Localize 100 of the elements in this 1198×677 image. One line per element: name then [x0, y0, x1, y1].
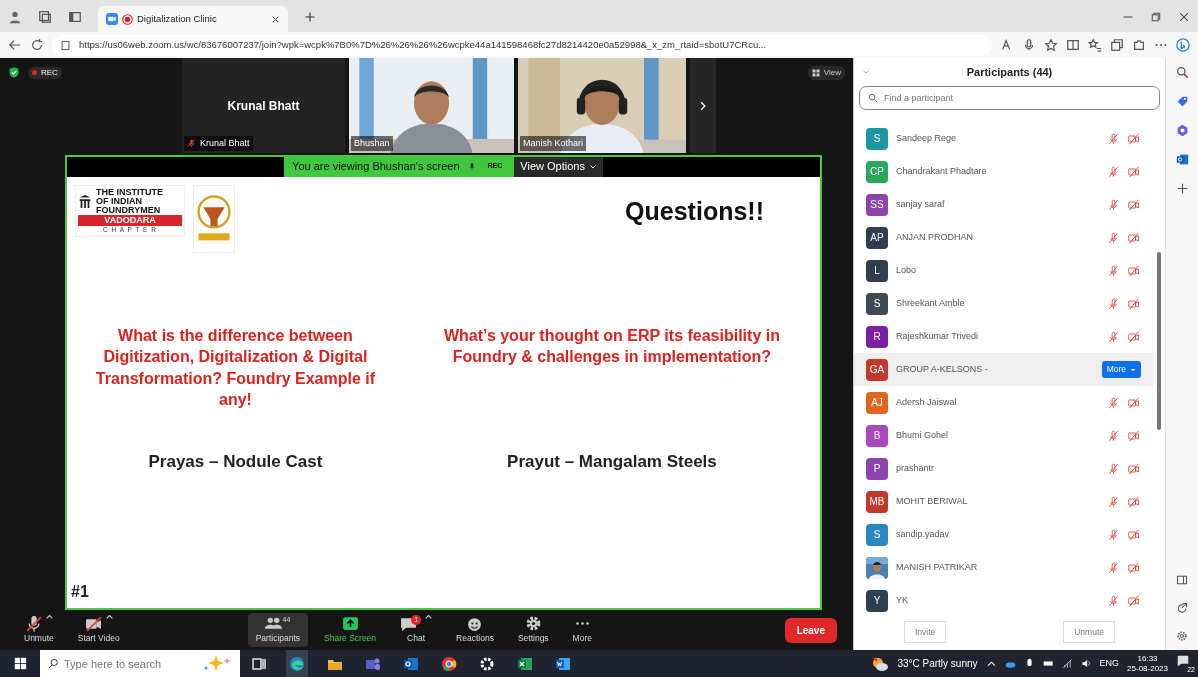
participant-row[interactable]: Y YK: [854, 584, 1153, 617]
video-off-icon: [1127, 429, 1141, 442]
settings-icon[interactable]: [479, 655, 495, 672]
more-button[interactable]: More: [1101, 361, 1141, 378]
participant-row[interactable]: CP Chandrakant Phadtare: [854, 155, 1153, 188]
participant-row[interactable]: S Sandeep Rege: [854, 122, 1153, 155]
chevron-up-icon[interactable]: [985, 658, 997, 669]
participant-row[interactable]: AJ Adersh Jaiswal: [854, 386, 1153, 419]
participant-row[interactable]: S sandip.yadav: [854, 518, 1153, 551]
muted-mic-icon: [1108, 330, 1119, 343]
logo-text: OF INDIAN: [96, 196, 143, 206]
collections-icon[interactable]: [1110, 38, 1124, 52]
slide-title: Questions!!: [625, 195, 764, 227]
external-link-icon[interactable]: [1176, 602, 1188, 614]
participant-row[interactable]: MB MOHIT BERIWAL: [854, 485, 1153, 518]
participant-row[interactable]: P prashantr: [854, 452, 1153, 485]
excel-icon[interactable]: [517, 655, 533, 672]
chrome-icon[interactable]: [441, 655, 457, 672]
participant-row[interactable]: GA GROUP A-KELSONS - More: [854, 353, 1153, 386]
participant-row[interactable]: R Rajeshkumar Trivedi: [854, 320, 1153, 353]
video-off-icon: [1127, 231, 1141, 244]
video-off-icon: [1127, 165, 1141, 178]
view-button[interactable]: View: [807, 66, 845, 80]
panel-button[interactable]: Invite: [904, 620, 947, 644]
edge-icon[interactable]: [289, 655, 305, 672]
volume-icon[interactable]: [1080, 658, 1092, 669]
muted-mic-icon: [1108, 132, 1119, 145]
caret-icon: [1130, 366, 1136, 373]
back-icon[interactable]: [8, 38, 22, 52]
avatar: Y: [866, 589, 888, 612]
leave-button[interactable]: Leave: [784, 617, 837, 643]
clock[interactable]: 16:33 25-08-2023: [1127, 653, 1168, 674]
tab-actions-icon[interactable]: [68, 10, 82, 24]
restore-icon[interactable]: [1150, 11, 1162, 23]
participant-row[interactable]: B Bhumi Gohel: [854, 419, 1153, 452]
network-icon[interactable]: [1061, 658, 1073, 669]
search-field[interactable]: Find a participant: [859, 86, 1160, 110]
outlook-icon[interactable]: [1175, 153, 1189, 166]
video-off-icon: [1127, 528, 1141, 541]
word-icon[interactable]: [555, 655, 571, 672]
favorites-icon[interactable]: [1088, 38, 1102, 52]
browser-tab[interactable]: Digitalization Clinic: [98, 6, 288, 32]
toolbar-button[interactable]: Reactions: [448, 613, 502, 647]
participant-row[interactable]: AP ANJAN PRODHAN: [854, 221, 1153, 254]
extensions-icon[interactable]: [1132, 38, 1146, 52]
toolbar-button[interactable]: More: [564, 613, 600, 647]
toolbar-button[interactable]: Share Screen: [316, 613, 385, 647]
star-icon[interactable]: [1044, 38, 1058, 52]
search-icon: [48, 658, 59, 669]
avatar: B: [866, 424, 888, 447]
muted-mic-icon: [1108, 561, 1119, 574]
split-screen-icon[interactable]: [1066, 38, 1080, 52]
participant-row[interactable]: SS sanjay saraf: [854, 188, 1153, 221]
muted-mic-icon: [1108, 495, 1119, 508]
video-off-icon: [1127, 297, 1141, 310]
search-icon[interactable]: [1175, 66, 1189, 79]
question-text: What is the difference between Digitization, Digitalization & Digital Transformation? Foundry Example if any!: [94, 325, 376, 411]
new-tab-icon[interactable]: [304, 11, 316, 23]
participant-row[interactable]: S Shreekant Amble: [854, 287, 1153, 320]
question-text: What’s your thought on ERP its feasibility in Foundry & challenges in implementation?: [442, 325, 781, 368]
logo-text: FOUNDRYMEN: [96, 205, 162, 215]
close-icon[interactable]: [1178, 11, 1190, 23]
presenter-text: Prayas – Nodule Cast: [148, 450, 323, 473]
taskbar-search[interactable]: Type here to search: [40, 650, 240, 677]
hexagon-icon[interactable]: [1175, 124, 1189, 137]
participant-row[interactable]: MANISH PATRIKAR: [854, 551, 1153, 584]
share-screen-icon: [341, 615, 359, 633]
toolbar-button[interactable]: Unmute: [16, 613, 62, 647]
smiley-icon: [466, 615, 484, 633]
scrollbar-thumb[interactable]: [1157, 252, 1161, 430]
video-off-icon: [1127, 495, 1141, 508]
outlook-icon[interactable]: [403, 655, 419, 672]
add-icon[interactable]: [1175, 182, 1189, 195]
recording-badge: REC: [28, 66, 62, 79]
language-indicator[interactable]: ENG: [1099, 656, 1120, 671]
sparkle-icon: [202, 654, 232, 672]
close-icon[interactable]: [271, 14, 280, 24]
tag-icon[interactable]: [1175, 95, 1189, 108]
logo-city: VADODARA: [78, 214, 182, 226]
grid-icon: [811, 69, 820, 77]
workspaces-icon[interactable]: [38, 10, 52, 24]
muted-mic-icon: [24, 615, 42, 633]
participant-name: Krunal Bhatt: [227, 97, 300, 115]
panel-button[interactable]: Unmute: [1063, 620, 1115, 644]
task-view-icon[interactable]: [251, 655, 267, 672]
sidebar-icon[interactable]: [1176, 574, 1188, 586]
participant-row[interactable]: L Lobo: [854, 254, 1153, 287]
toolbar-button[interactable]: Start Video: [69, 613, 128, 647]
toolbar-button[interactable]: Settings: [509, 613, 557, 647]
windows-icon[interactable]: [13, 657, 27, 670]
address-field[interactable]: https://us06web.zoom.us/wc/83676007237/join?wpk=wcpk%7B0%7D%26%26%26%26wcpke44a141598468fc27d8214420e0a52998&_x_zm_rtaid=sbotU7CRcu...: [52, 34, 992, 56]
chat-assistant-icon[interactable]: [1176, 38, 1190, 52]
video-off-icon: [1127, 561, 1141, 574]
view-options-button[interactable]: View Options: [514, 156, 603, 177]
muted-mic-icon: [1108, 528, 1119, 541]
settings-icon[interactable]: [1176, 630, 1188, 642]
video-name-label: Manish Kothari: [520, 135, 587, 151]
profile-icon[interactable]: [8, 10, 22, 24]
avatar: CP: [866, 160, 888, 183]
refresh-icon[interactable]: [30, 38, 44, 52]
